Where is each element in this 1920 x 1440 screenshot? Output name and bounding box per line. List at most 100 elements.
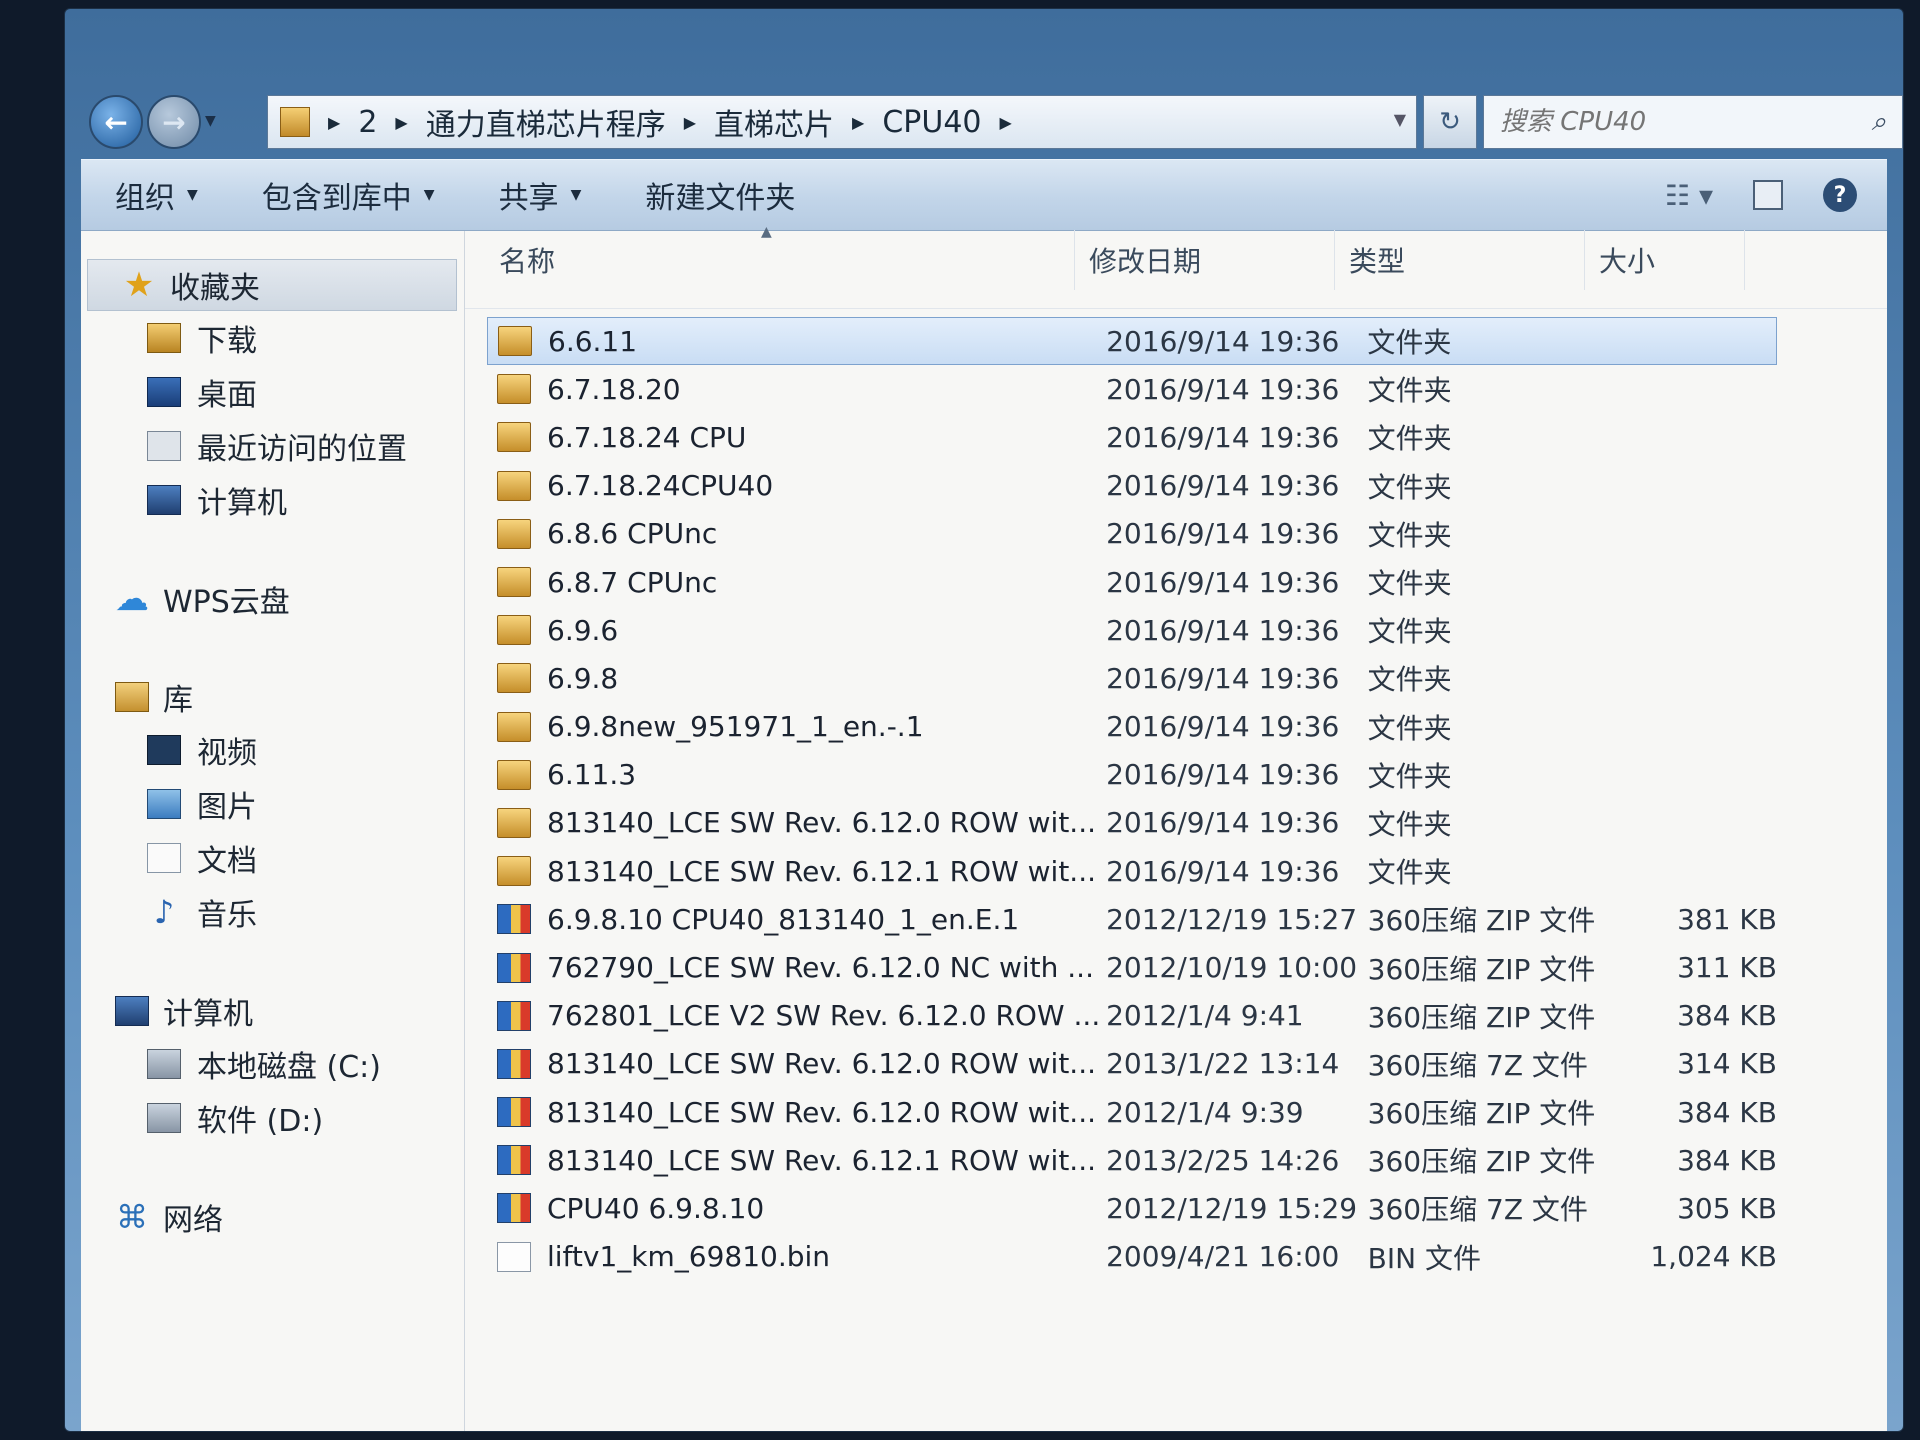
file-row[interactable]: 762801_LCE V2 SW Rev. 6.12.0 ROW ... 2012… (487, 992, 1777, 1040)
file-date: 2012/1/4 9:39 (1106, 1095, 1304, 1129)
file-size: 384 KB (1677, 1095, 1777, 1129)
forward-button[interactable]: → (147, 95, 201, 149)
file-row[interactable]: 6.11.3 2016/9/14 19:36 文件夹 (487, 751, 1777, 799)
computer-icon (147, 485, 181, 515)
file-row[interactable]: CPU40 6.9.8.10 2012/12/19 15:29 360压缩 7Z 文… (487, 1184, 1777, 1232)
file-row[interactable]: 6.6.11 2016/9/14 19:36 文件夹 (487, 317, 1777, 366)
file-list-pane: ▲ 名称 修改日期 类型 大小 6.6.11 2016/9/14 19:36 文件夹… (465, 224, 1887, 1431)
file-row[interactable]: 813140_LCE SW Rev. 6.12.0 ROW wit... 2016… (487, 799, 1777, 847)
file-row[interactable]: 813140_LCE SW Rev. 6.12.1 ROW wit... 2013… (487, 1136, 1777, 1184)
nav-favorites[interactable]: ★ 收藏夹 (87, 259, 457, 311)
new-folder-button[interactable]: 新建文件夹 (645, 173, 795, 217)
picture-icon (147, 789, 181, 819)
chevron-right-icon[interactable]: ▶ (1000, 113, 1012, 132)
chevron-right-icon[interactable]: ▶ (395, 113, 407, 132)
nav-computer-label: 计算机 (163, 997, 253, 1032)
file-date: 2013/2/25 14:26 (1106, 1143, 1340, 1177)
chevron-right-icon[interactable]: ▶ (852, 113, 864, 132)
file-type: 文件夹 (1367, 422, 1452, 456)
nav-item-label: 文档 (197, 844, 257, 879)
file-row[interactable]: 6.9.8.10 CPU40_813140_1_en.E.1 2012/12/19… (487, 895, 1777, 943)
chevron-down-icon[interactable]: ▼ (1394, 110, 1406, 129)
zip-archive-icon (497, 1145, 531, 1176)
file-name: 813140_LCE SW Rev. 6.12.1 ROW wit... (547, 854, 1097, 888)
file-row[interactable]: 6.9.6 2016/9/14 19:36 文件夹 (487, 606, 1777, 654)
view-options-icon[interactable]: ☷ ▾ (1665, 179, 1713, 212)
back-button[interactable]: ← (89, 95, 143, 149)
column-header-label: 名称 (499, 245, 556, 278)
nav-item-recent-places[interactable]: 最近访问的位置 (81, 419, 464, 473)
nav-item-label: 本地磁盘 (C:) (197, 1050, 381, 1085)
network-icon: ⌘ (116, 1198, 148, 1236)
nav-computer[interactable]: 计算机 (81, 985, 464, 1037)
column-header-name[interactable]: ▲ 名称 (465, 224, 1075, 290)
column-header-type[interactable]: 类型 (1335, 230, 1585, 290)
nav-item-drive-c[interactable]: 本地磁盘 (C:) (81, 1037, 464, 1091)
preview-pane-icon[interactable] (1753, 180, 1783, 210)
nav-libraries[interactable]: 库 (81, 671, 464, 723)
file-date: 2016/9/14 19:36 (1106, 565, 1340, 599)
nav-item-music[interactable]: ♪ 音乐 (81, 885, 464, 939)
nav-item-downloads[interactable]: 下载 (81, 311, 464, 365)
help-icon[interactable]: ? (1823, 178, 1857, 212)
forward-arrow-icon: → (162, 105, 186, 139)
file-type: 文件夹 (1367, 663, 1452, 697)
share-button[interactable]: 共享 ▼ (499, 173, 582, 217)
organize-button[interactable]: 组织 ▼ (115, 173, 198, 217)
folder-icon (497, 759, 531, 790)
nav-wps-cloud[interactable]: ☁ WPS云盘 (81, 573, 464, 625)
search-icon[interactable]: ⌕ (1871, 107, 1886, 138)
breadcrumb-2[interactable]: 2 (358, 105, 377, 140)
breadcrumb-cpu40[interactable]: CPU40 (882, 105, 981, 140)
zip-archive-icon (497, 1048, 531, 1079)
address-bar[interactable]: ▶ 2 ▶ 通力直梯芯片程序 ▶ 直梯芯片 ▶ CPU40 ▶ ▼ (267, 95, 1417, 149)
chevron-right-icon[interactable]: ▶ (328, 113, 340, 132)
nav-item-documents[interactable]: 文档 (81, 831, 464, 885)
computer-group: 计算机 本地磁盘 (C:) 软件 (D:) (81, 985, 464, 1145)
back-arrow-icon: ← (104, 105, 128, 139)
file-row[interactable]: 813140_LCE SW Rev. 6.12.0 ROW wit... 2013… (487, 1040, 1777, 1088)
nav-item-label: 音乐 (197, 898, 257, 933)
file-date: 2016/9/14 19:36 (1106, 469, 1340, 503)
search-box[interactable]: ⌕ (1483, 95, 1903, 149)
file-type: 文件夹 (1367, 615, 1452, 649)
file-row[interactable]: 6.7.18.20 2016/9/14 19:36 文件夹 (487, 365, 1777, 413)
address-row: ← → ▼ ▶ 2 ▶ 通力直梯芯片程序 ▶ 直梯芯片 ▶ CPU40 ▶ ▼ … (81, 91, 1903, 151)
folder-icon (497, 518, 531, 549)
file-row[interactable]: 762790_LCE SW Rev. 6.12.0 NC with ... 201… (487, 943, 1777, 991)
file-row[interactable]: 6.8.7 CPUnc 2016/9/14 19:36 文件夹 (487, 558, 1777, 606)
breadcrumb-tongli[interactable]: 通力直梯芯片程序 (426, 100, 666, 144)
file-row[interactable]: 6.7.18.24 CPU 2016/9/14 19:36 文件夹 (487, 413, 1777, 461)
file-name: 762790_LCE SW Rev. 6.12.0 NC with ... (547, 951, 1094, 985)
file-row[interactable]: liftv1_km_69810.bin 2009/4/21 16:00 BIN 文件… (487, 1233, 1777, 1281)
sort-ascending-icon: ▲ (761, 224, 772, 240)
file-row[interactable]: 6.8.6 CPUnc 2016/9/14 19:36 文件夹 (487, 510, 1777, 558)
file-name: 813140_LCE SW Rev. 6.12.1 ROW wit... (547, 1143, 1097, 1177)
file-row[interactable]: 813140_LCE SW Rev. 6.12.1 ROW wit... 2016… (487, 847, 1777, 895)
file-row[interactable]: 6.7.18.24CPU40 2016/9/14 19:36 文件夹 (487, 462, 1777, 510)
file-name: 6.7.18.24CPU40 (547, 469, 774, 503)
file-row[interactable]: 6.9.8 2016/9/14 19:36 文件夹 (487, 654, 1777, 702)
file-date: 2016/9/14 19:36 (1106, 806, 1340, 840)
refresh-button[interactable]: ↻ (1423, 95, 1477, 149)
include-in-library-button[interactable]: 包含到库中 ▼ (262, 173, 435, 217)
breadcrumb-chips[interactable]: 直梯芯片 (714, 100, 834, 144)
file-row[interactable]: 6.9.8new_951971_1_en.-.1 2016/9/14 19:36 文… (487, 703, 1777, 751)
nav-item-videos[interactable]: 视频 (81, 723, 464, 777)
nav-item-desktop[interactable]: 桌面 (81, 365, 464, 419)
file-type: 文件夹 (1367, 518, 1452, 552)
nav-item-label: 下载 (197, 324, 257, 359)
column-header-size[interactable]: 大小 (1585, 230, 1745, 290)
nav-item-computer-fav[interactable]: 计算机 (81, 473, 464, 527)
nav-item-drive-d[interactable]: 软件 (D:) (81, 1091, 464, 1145)
recent-pages-chevron-icon[interactable]: ▼ (205, 113, 216, 129)
search-input[interactable] (1500, 107, 1840, 137)
column-header-date[interactable]: 修改日期 (1075, 230, 1335, 290)
file-date: 2012/10/19 10:00 (1106, 951, 1358, 985)
file-row[interactable]: 813140_LCE SW Rev. 6.12.0 ROW wit... 2012… (487, 1088, 1777, 1136)
nav-network[interactable]: ⌘ 网络 (81, 1191, 464, 1243)
nav-item-pictures[interactable]: 图片 (81, 777, 464, 831)
file-name: 6.8.7 CPUnc (547, 565, 718, 599)
folder-icon (497, 567, 531, 598)
chevron-right-icon[interactable]: ▶ (684, 113, 696, 132)
